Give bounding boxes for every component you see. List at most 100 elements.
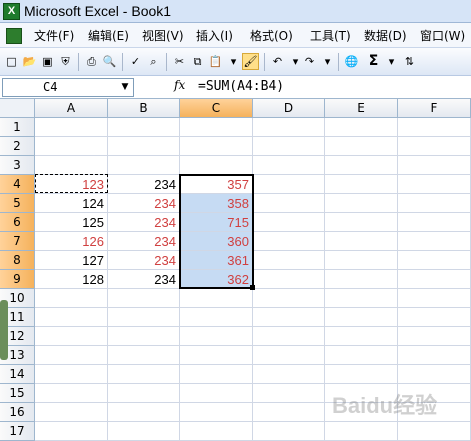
cell-c14[interactable] — [180, 365, 253, 384]
formula-input[interactable]: =SUM(A4:B4) — [198, 79, 284, 94]
cell-e14[interactable] — [325, 365, 398, 384]
name-box[interactable]: C4 ▼ — [2, 78, 134, 97]
cell-d12[interactable] — [253, 327, 325, 346]
cell-b6[interactable]: 234 — [108, 213, 180, 232]
cell-e11[interactable] — [325, 308, 398, 327]
cell-f2[interactable] — [398, 137, 471, 156]
cell-a8[interactable]: 127 — [35, 251, 108, 270]
print-icon[interactable]: ⎙ — [84, 54, 99, 69]
scroll-grip[interactable] — [0, 300, 8, 360]
undo-icon[interactable]: ↶ — [270, 54, 285, 69]
cell-d7[interactable] — [253, 232, 325, 251]
sort-icon[interactable]: ⇅ — [402, 54, 417, 69]
column-header-c[interactable]: C — [180, 99, 253, 118]
cell-b4[interactable]: 234 — [108, 175, 180, 194]
cell-e10[interactable] — [325, 289, 398, 308]
column-header-e[interactable]: E — [325, 99, 398, 118]
cell-f7[interactable] — [398, 232, 471, 251]
cell-a15[interactable] — [35, 384, 108, 403]
new-icon[interactable]: □ — [4, 54, 19, 69]
cell-c1[interactable] — [180, 118, 253, 137]
autosum-dropdown-icon[interactable]: ▾ — [384, 54, 399, 69]
cell-f14[interactable] — [398, 365, 471, 384]
row-header-1[interactable]: 1 — [0, 118, 35, 137]
cell-d15[interactable] — [253, 384, 325, 403]
cell-a10[interactable] — [35, 289, 108, 308]
cell-a6[interactable]: 125 — [35, 213, 108, 232]
cell-b1[interactable] — [108, 118, 180, 137]
autosum-icon[interactable]: Σ — [366, 54, 381, 69]
cell-a11[interactable] — [35, 308, 108, 327]
cell-d3[interactable] — [253, 156, 325, 175]
column-header-b[interactable]: B — [108, 99, 180, 118]
chevron-down-icon[interactable]: ▼ — [119, 81, 131, 93]
cell-b10[interactable] — [108, 289, 180, 308]
cell-e12[interactable] — [325, 327, 398, 346]
cell-a4[interactable]: 123 — [35, 175, 108, 194]
menu-window[interactable]: 窗口(W) — [420, 27, 465, 44]
menu-edit[interactable]: 编辑(E) — [88, 27, 129, 44]
cell-c5[interactable]: 358 — [180, 194, 253, 213]
cell-b7[interactable]: 234 — [108, 232, 180, 251]
row-header-8[interactable]: 8 — [0, 251, 35, 270]
row-header-9[interactable]: 9 — [0, 270, 35, 289]
row-header-6[interactable]: 6 — [0, 213, 35, 232]
cell-c10[interactable] — [180, 289, 253, 308]
row-header-17[interactable]: 17 — [0, 422, 35, 441]
cell-d14[interactable] — [253, 365, 325, 384]
cell-a7[interactable]: 126 — [35, 232, 108, 251]
cell-c2[interactable] — [180, 137, 253, 156]
menu-data[interactable]: 数据(D) — [364, 27, 407, 44]
cell-f6[interactable] — [398, 213, 471, 232]
insert-function-icon[interactable]: fx — [174, 78, 185, 92]
cell-f5[interactable] — [398, 194, 471, 213]
cell-a3[interactable] — [35, 156, 108, 175]
cell-e13[interactable] — [325, 346, 398, 365]
row-header-16[interactable]: 16 — [0, 403, 35, 422]
cell-d8[interactable] — [253, 251, 325, 270]
cell-b17[interactable] — [108, 422, 180, 441]
menu-view[interactable]: 视图(V) — [142, 27, 184, 44]
cell-e17[interactable] — [325, 422, 398, 441]
column-header-d[interactable]: D — [253, 99, 325, 118]
cell-d5[interactable] — [253, 194, 325, 213]
row-header-4[interactable]: 4 — [0, 175, 35, 194]
cell-f9[interactable] — [398, 270, 471, 289]
cell-d16[interactable] — [253, 403, 325, 422]
cell-e5[interactable] — [325, 194, 398, 213]
cell-c15[interactable] — [180, 384, 253, 403]
format-painter-icon[interactable]: 🖌 — [242, 53, 259, 70]
cell-e3[interactable] — [325, 156, 398, 175]
paste-dropdown-icon[interactable]: ▾ — [226, 54, 241, 69]
row-header-7[interactable]: 7 — [0, 232, 35, 251]
cell-b14[interactable] — [108, 365, 180, 384]
menu-insert[interactable]: 插入(I) — [196, 27, 233, 44]
cell-d4[interactable] — [253, 175, 325, 194]
cell-b15[interactable] — [108, 384, 180, 403]
row-header-5[interactable]: 5 — [0, 194, 35, 213]
cell-b2[interactable] — [108, 137, 180, 156]
cell-f4[interactable] — [398, 175, 471, 194]
cell-c4[interactable]: 357 — [180, 175, 253, 194]
cell-c13[interactable] — [180, 346, 253, 365]
menu-file[interactable]: 文件(F) — [34, 27, 74, 44]
cell-a17[interactable] — [35, 422, 108, 441]
select-all-corner[interactable] — [0, 99, 35, 118]
paste-icon[interactable]: 📋 — [208, 54, 223, 69]
cell-d6[interactable] — [253, 213, 325, 232]
column-header-f[interactable]: F — [398, 99, 471, 118]
cell-c12[interactable] — [180, 327, 253, 346]
menu-tools[interactable]: 工具(T) — [310, 27, 351, 44]
menu-format[interactable]: 格式(O) — [250, 27, 293, 44]
cell-f11[interactable] — [398, 308, 471, 327]
cell-b12[interactable] — [108, 327, 180, 346]
cell-c16[interactable] — [180, 403, 253, 422]
row-header-2[interactable]: 2 — [0, 137, 35, 156]
cell-f1[interactable] — [398, 118, 471, 137]
cell-e1[interactable] — [325, 118, 398, 137]
spelling-icon[interactable]: ✓ — [128, 54, 143, 69]
undo-dropdown-icon[interactable]: ▾ — [288, 54, 303, 69]
cell-d2[interactable] — [253, 137, 325, 156]
save-icon[interactable]: ▣ — [40, 54, 55, 69]
fill-handle[interactable] — [250, 285, 255, 290]
